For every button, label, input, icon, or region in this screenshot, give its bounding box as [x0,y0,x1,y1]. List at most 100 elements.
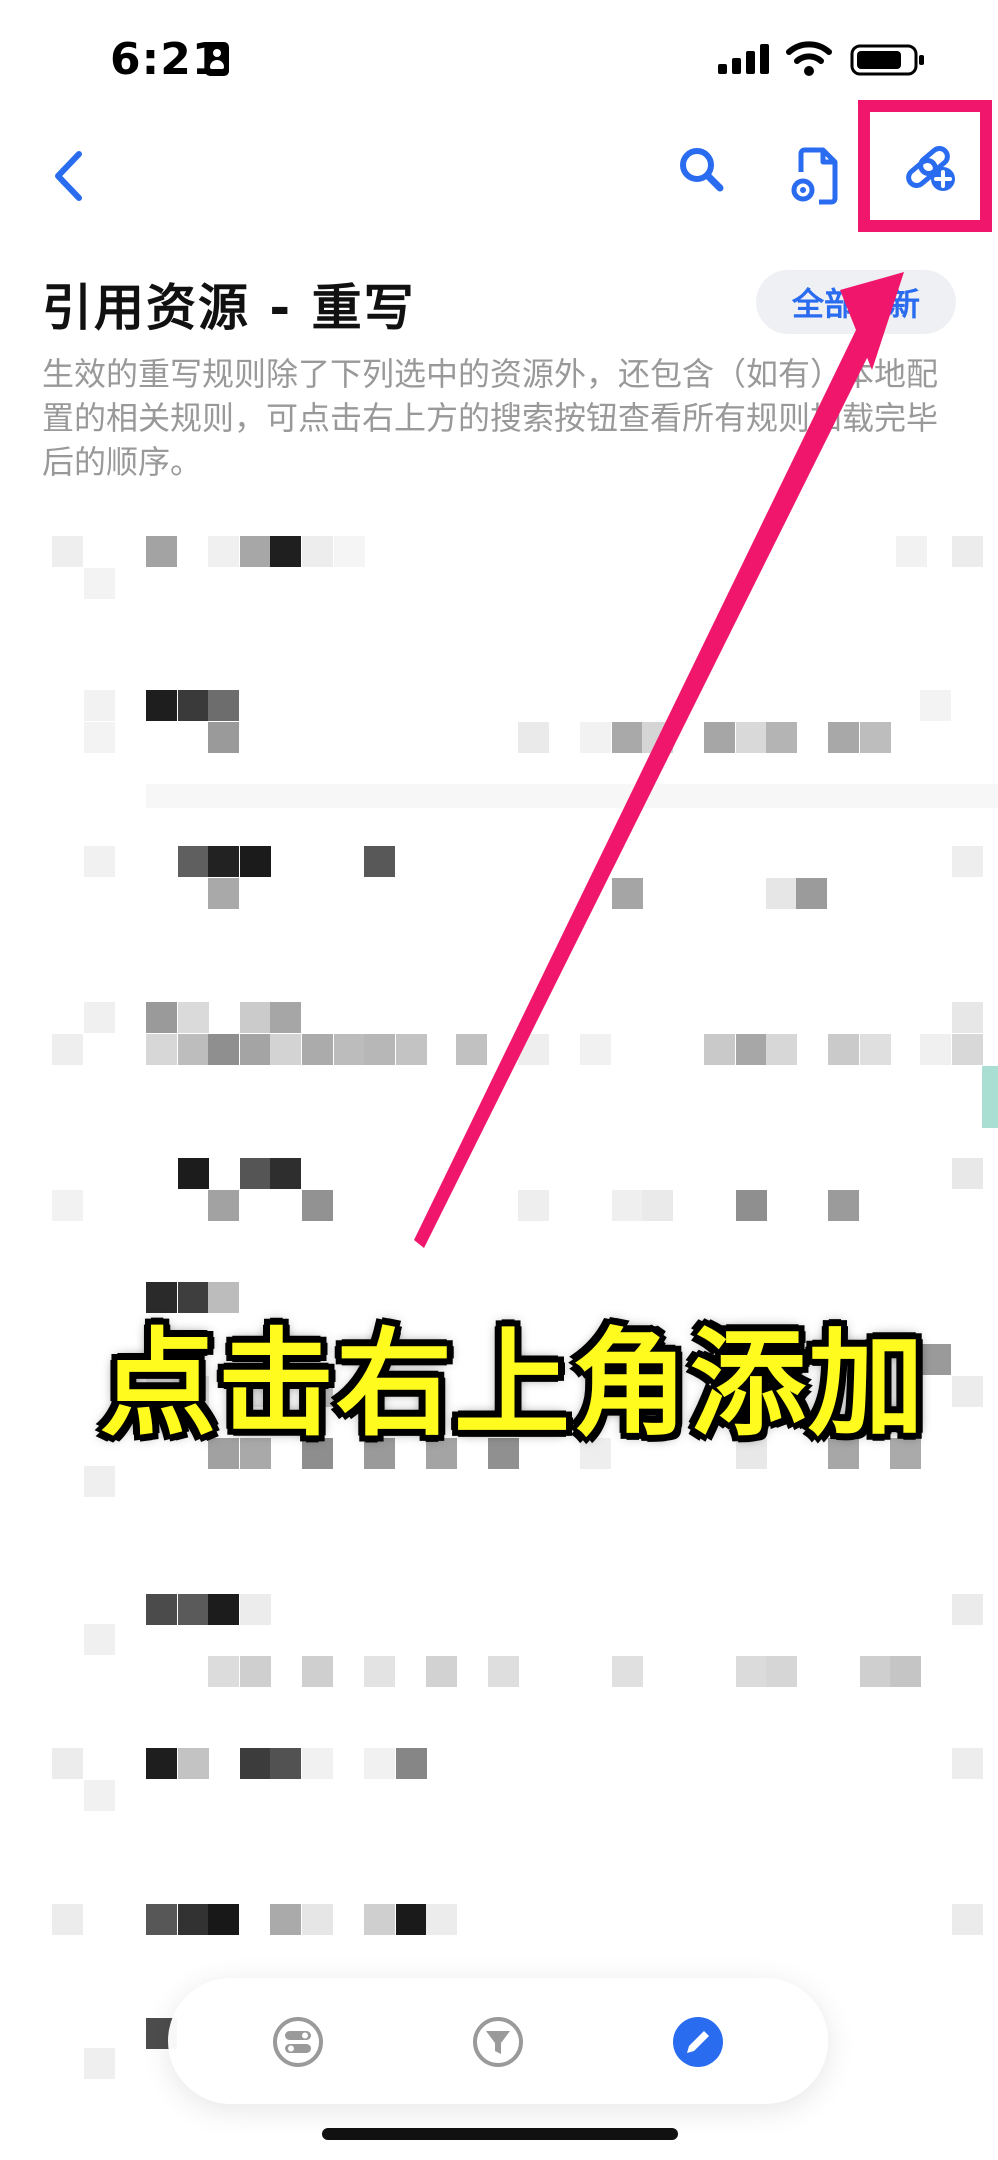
mosaic-block [208,690,239,721]
page-description: 生效的重写规则除了下列选中的资源外，还包含（如有）本地配置的相关规则，可点击右上… [42,355,939,481]
mosaic-block [890,1656,921,1687]
mosaic-block [178,1158,209,1189]
mosaic-block [178,1034,209,1065]
mosaic-block [240,1158,271,1189]
mosaic-block [334,1034,365,1065]
wifi-icon [786,41,832,76]
tab-overview[interactable] [272,2016,324,2068]
mosaic-block [920,1034,951,1065]
mosaic-block [766,878,797,909]
mosaic-block [952,846,983,877]
mosaic-block [952,1376,983,1407]
mosaic-block [146,1904,177,1935]
mosaic-block [146,1034,177,1065]
cellular-signal-icon [718,44,769,74]
mosaic-block [146,1594,177,1625]
update-all-button[interactable]: 全部更新 [756,270,956,334]
mosaic-block [84,690,115,721]
mosaic-block [208,536,239,567]
mosaic-block [952,1594,983,1625]
mosaic-block [240,1002,271,1033]
mosaic-block [146,1002,177,1033]
mosaic-block [302,1904,333,1935]
mosaic-block [736,722,767,753]
filter-icon [473,2017,523,2067]
mosaic-block [364,1034,395,1065]
mosaic-block [240,1034,271,1065]
mosaic-block [84,1466,115,1497]
mosaic-block [612,1190,643,1221]
mosaic-block [766,1656,797,1687]
mosaic-block [302,1656,333,1687]
mosaic-block [84,568,115,599]
mosaic-block [612,878,643,909]
mosaic-block [178,690,209,721]
mosaic-block [208,1904,239,1935]
mosaic-block [364,1904,395,1935]
mosaic-block [208,722,239,753]
mosaic-block [302,1748,333,1779]
mosaic-block [828,1190,859,1221]
mosaic-block [364,1748,395,1779]
mosaic-block [52,1748,83,1779]
mosaic-block [860,722,891,753]
mosaic-block [704,1034,735,1065]
mosaic-block [84,1624,115,1655]
mosaic-block [270,1748,301,1779]
mosaic-block [178,1594,209,1625]
document-settings-button[interactable] [780,134,850,218]
mosaic-block [334,536,365,567]
page-title: 引用资源 - 重写 [42,279,416,337]
mosaic-block [612,722,643,753]
search-button[interactable] [670,134,732,204]
mosaic-block [952,1748,983,1779]
mosaic-block [208,1656,239,1687]
mosaic-block [84,722,115,753]
mosaic-block [796,878,827,909]
mosaic-block [52,536,83,567]
mosaic-block [302,1034,333,1065]
mosaic-block [178,1748,209,1779]
mosaic-block [518,1190,549,1221]
status-bar: 6:21 [0,0,998,110]
mosaic-block [642,1190,673,1221]
tab-filter[interactable] [472,2016,524,2068]
mosaic-block [426,1656,457,1687]
mosaic-block [52,1904,83,1935]
mosaic-block [364,1656,395,1687]
mosaic-block [860,1656,891,1687]
mosaic-block [766,722,797,753]
mosaic-block [364,846,395,877]
mosaic-block [766,1034,797,1065]
mosaic-block [518,722,549,753]
mosaic-block [952,1002,983,1033]
mosaic-block [52,1190,83,1221]
tab-rewrite[interactable] [672,2016,724,2068]
search-icon [680,148,724,192]
mosaic-block [240,1594,271,1625]
mosaic-block [208,1034,239,1065]
annotation-caption: 点击右上角添加 [100,1317,926,1452]
mosaic-block [518,1034,549,1065]
toggle-list-icon [273,2017,323,2067]
back-button[interactable] [40,136,96,216]
mosaic-block [178,846,209,877]
mosaic-block [456,1034,487,1065]
mosaic-block [84,2048,115,2079]
mosaic-block [208,878,239,909]
mosaic-block [704,722,735,753]
mosaic-block [52,1034,83,1065]
mosaic-block [736,1190,767,1221]
mosaic-block [736,1034,767,1065]
mosaic-block [146,536,177,567]
document-gear-icon [791,147,838,205]
mosaic-block [952,536,983,567]
mosaic-block [146,784,998,808]
mosaic-block [952,1158,983,1189]
mosaic-block [84,1780,115,1811]
mosaic-block [982,1066,998,1128]
portrait-lock-icon [205,42,229,76]
mosaic-block [302,536,333,567]
mosaic-block [396,1034,427,1065]
battery-icon [850,44,924,76]
